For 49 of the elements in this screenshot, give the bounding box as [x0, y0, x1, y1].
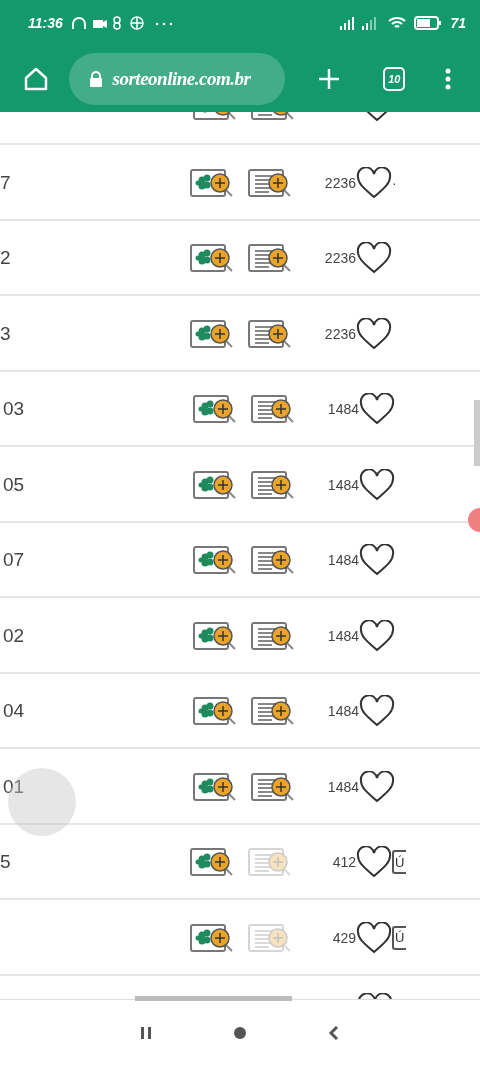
- row-count: 1484: [326, 627, 359, 644]
- row-count: 2236: [323, 325, 356, 342]
- row-label: 03: [3, 398, 25, 420]
- heart-icon[interactable]: [359, 695, 395, 727]
- heart-icon[interactable]: [356, 846, 392, 878]
- row-label: 02: [3, 624, 25, 647]
- heart-icon[interactable]: [359, 393, 395, 425]
- heart-icon[interactable]: [356, 921, 392, 954]
- row-count: 1484: [326, 476, 359, 493]
- tab-count-button[interactable]: 10: [383, 66, 406, 91]
- heart-icon[interactable]: [359, 468, 395, 501]
- row-count: 412: [331, 854, 356, 870]
- row-label: 01: [3, 775, 25, 798]
- row-label: 05: [3, 473, 25, 496]
- status-time: 11:36: [28, 14, 63, 31]
- row-label: 2: [0, 247, 11, 269]
- row-count: 2236: [323, 174, 356, 191]
- url-text: sorteonline.com.br: [112, 67, 251, 90]
- row-count: 1484: [326, 552, 359, 568]
- row-label: 07: [3, 549, 25, 571]
- row-label: 5: [0, 851, 11, 873]
- heart-icon[interactable]: [359, 770, 395, 803]
- plus-icon: [316, 66, 341, 91]
- row-count: 2236: [323, 250, 356, 266]
- home-icon: [23, 65, 50, 92]
- scrollbar-thumb: [474, 400, 480, 466]
- heart-icon[interactable]: [356, 317, 392, 350]
- heart-icon[interactable]: [356, 166, 392, 199]
- heart-icon[interactable]: [359, 544, 395, 576]
- wifi-icon: [388, 15, 407, 30]
- lock-icon: [88, 70, 103, 87]
- row-count: 1484: [326, 703, 359, 719]
- heart-icon[interactable]: [356, 242, 392, 274]
- battery-level: 71: [450, 14, 466, 31]
- more-icon: [443, 66, 452, 91]
- action-button[interactable]: Ú: [392, 925, 406, 950]
- row-count: 1484: [326, 401, 359, 417]
- row-label: 3: [0, 322, 11, 345]
- heart-icon[interactable]: [359, 619, 395, 652]
- row-marker: ·: [392, 174, 397, 191]
- row-label: 04: [3, 700, 25, 722]
- row-label: 7: [0, 171, 11, 194]
- row-count: 429: [331, 929, 356, 946]
- battery-icon: [414, 15, 443, 30]
- row-count: 1484: [326, 778, 359, 795]
- back-icon[interactable]: [327, 1026, 341, 1040]
- nav-home-icon[interactable]: [233, 1026, 247, 1040]
- action-button[interactable]: Ú: [392, 850, 406, 874]
- recents-icon[interactable]: [139, 1026, 153, 1040]
